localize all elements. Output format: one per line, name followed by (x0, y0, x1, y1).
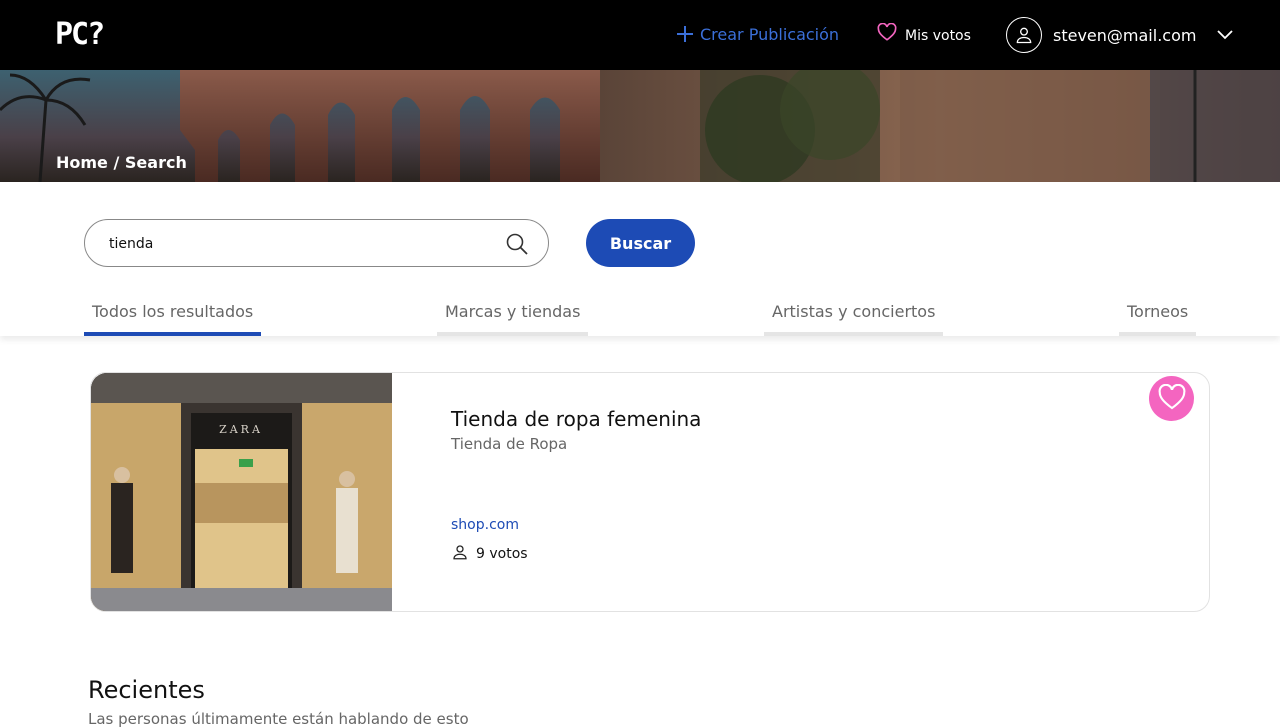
heart-icon (877, 22, 897, 49)
store-image[interactable]: ZARA (91, 373, 392, 611)
result-link[interactable]: shop.com (451, 517, 519, 533)
votes-info: 9 votos (451, 543, 528, 565)
search-input[interactable] (109, 232, 489, 256)
search-button[interactable]: Buscar (586, 219, 695, 267)
user-menu[interactable]: steven@mail.com (1006, 17, 1234, 53)
create-post-label: Crear Publicación (700, 25, 840, 44)
store-sign: ZARA (219, 423, 263, 436)
heart-icon (1158, 383, 1186, 414)
create-post-link[interactable]: Crear Publicación (676, 22, 839, 48)
tab-tournaments[interactable]: Torneos (1119, 298, 1197, 336)
search-section: Buscar Todos los resultados Marcas y tie… (0, 182, 1280, 336)
search-icon[interactable] (506, 233, 528, 259)
recent-heading: Recientes (88, 676, 205, 704)
chevron-down-icon (1217, 30, 1234, 40)
vote-heart-button[interactable] (1149, 376, 1194, 421)
search-box[interactable] (84, 219, 549, 267)
votes-count: 9 votos (476, 546, 528, 562)
tab-brands-stores[interactable]: Marcas y tiendas (437, 298, 589, 336)
result-category: Tienda de Ropa (451, 435, 568, 453)
top-navbar: PC? Crear Publicación Mis votos steven@m… (0, 0, 1280, 70)
store-photo: ZARA (91, 373, 392, 611)
logo[interactable]: PC? (55, 15, 105, 55)
result-title[interactable]: Tienda de ropa femenina (451, 407, 701, 431)
breadcrumb[interactable]: Home / Search (56, 153, 187, 172)
recent-subtitle: Las personas últimamente están hablando … (88, 710, 469, 728)
plus-icon (676, 24, 694, 46)
my-votes-label: Mis votos (905, 28, 971, 44)
user-icon (451, 543, 469, 565)
tab-artists-concerts[interactable]: Artistas y conciertos (764, 298, 944, 336)
user-email: steven@mail.com (1053, 25, 1197, 45)
result-card[interactable]: ZARA Tienda de ropa femenina Tienda de R… (90, 372, 1210, 612)
hero-banner: Home / Search (0, 70, 1280, 182)
user-avatar-icon (1006, 17, 1042, 53)
my-votes-link[interactable]: Mis votos (877, 22, 971, 49)
aqueduct-illustration (0, 70, 1280, 182)
tab-all-results[interactable]: Todos los resultados (84, 298, 262, 336)
